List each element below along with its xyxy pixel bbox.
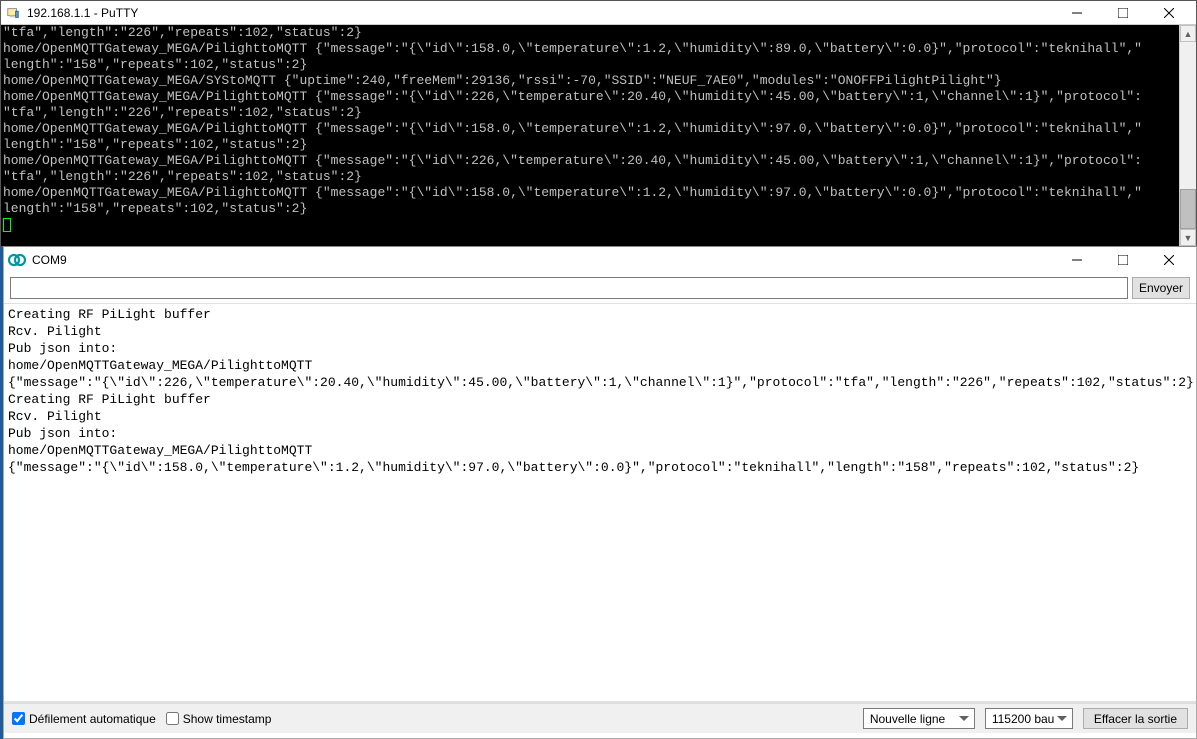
output-line: Pub json into: [8, 341, 117, 356]
arduino-serial-window: COM9 Envoyer Creating RF PiLight buffer … [3, 246, 1197, 739]
output-line: Pub json into: [8, 426, 117, 441]
terminal-line: home/OpenMQTTGateway_MEGA/PilighttoMQTT … [3, 89, 1142, 104]
putty-icon [5, 5, 21, 21]
scrollbar-up-arrow[interactable]: ▲ [1180, 25, 1196, 42]
output-line: {"message":"{\"id\":226,\"temperature\":… [8, 375, 1194, 390]
output-line: Rcv. Pilight [8, 409, 102, 424]
line-ending-select[interactable]: Nouvelle ligne [863, 708, 975, 729]
terminal-cursor [3, 218, 11, 232]
output-line: Creating RF PiLight buffer [8, 307, 211, 322]
minimize-button[interactable] [1054, 1, 1100, 24]
clear-output-button[interactable]: Effacer la sortie [1083, 708, 1188, 729]
output-line: Rcv. Pilight [8, 324, 102, 339]
terminal-line: length":"158","repeats":102,"status":2} [3, 201, 307, 216]
output-line: {"message":"{\"id\":158.0,\"temperature\… [8, 460, 1139, 475]
scrollbar-down-arrow[interactable]: ▼ [1180, 229, 1196, 246]
autoscroll-checkbox[interactable] [12, 712, 25, 725]
terminal-line: "tfa","length":"226","repeats":102,"stat… [3, 25, 362, 40]
terminal-line: length":"158","repeats":102,"status":2} [3, 57, 307, 72]
maximize-button[interactable] [1100, 1, 1146, 24]
scrollbar[interactable]: ▲ ▼ [1179, 25, 1196, 246]
window-controls [1054, 249, 1192, 272]
autoscroll-checkbox-group[interactable]: Défilement automatique [12, 712, 156, 726]
maximize-button[interactable] [1100, 249, 1146, 272]
close-button[interactable] [1146, 1, 1192, 24]
scrollbar-thumb[interactable] [1180, 189, 1196, 229]
output-line: home/OpenMQTTGateway_MEGA/PilighttoMQTT [8, 358, 312, 373]
window-controls [1054, 1, 1192, 24]
terminal-line: length":"158","repeats":102,"status":2} [3, 137, 307, 152]
terminal-line: "tfa","length":"226","repeats":102,"stat… [3, 105, 362, 120]
output-line: home/OpenMQTTGateway_MEGA/PilighttoMQTT [8, 443, 312, 458]
putty-title: 192.168.1.1 - PuTTY [27, 6, 1054, 20]
timestamp-checkbox[interactable] [166, 712, 179, 725]
terminal-line: home/OpenMQTTGateway_MEGA/PilighttoMQTT … [3, 153, 1142, 168]
output-line: Creating RF PiLight buffer [8, 392, 211, 407]
putty-window: 192.168.1.1 - PuTTY "tfa","length":"226"… [0, 0, 1197, 247]
timestamp-checkbox-group[interactable]: Show timestamp [166, 712, 272, 726]
putty-titlebar[interactable]: 192.168.1.1 - PuTTY [1, 1, 1196, 25]
arduino-icon [8, 251, 26, 269]
baud-select[interactable]: 115200 baud [985, 708, 1073, 729]
arduino-title: COM9 [32, 253, 1054, 267]
serial-output[interactable]: Creating RF PiLight buffer Rcv. Pilight … [4, 304, 1196, 703]
terminal-line: home/OpenMQTTGateway_MEGA/PilighttoMQTT … [3, 121, 1142, 136]
serial-footer: Défilement automatique Show timestamp No… [4, 703, 1196, 733]
terminal-line: home/OpenMQTTGateway_MEGA/SYStoMQTT {"up… [3, 73, 1002, 88]
terminal-line: "tfa","length":"226","repeats":102,"stat… [3, 169, 362, 184]
terminal-line: home/OpenMQTTGateway_MEGA/PilighttoMQTT … [3, 185, 1142, 200]
minimize-button[interactable] [1054, 249, 1100, 272]
timestamp-label: Show timestamp [183, 712, 272, 726]
send-button[interactable]: Envoyer [1132, 277, 1190, 299]
putty-terminal-content[interactable]: "tfa","length":"226","repeats":102,"stat… [1, 25, 1179, 246]
close-button[interactable] [1146, 249, 1192, 272]
arduino-titlebar[interactable]: COM9 [4, 247, 1196, 273]
serial-input[interactable] [10, 277, 1128, 299]
serial-input-row: Envoyer [4, 273, 1196, 304]
autoscroll-label: Défilement automatique [29, 712, 156, 726]
terminal-line: home/OpenMQTTGateway_MEGA/PilighttoMQTT … [3, 41, 1142, 56]
